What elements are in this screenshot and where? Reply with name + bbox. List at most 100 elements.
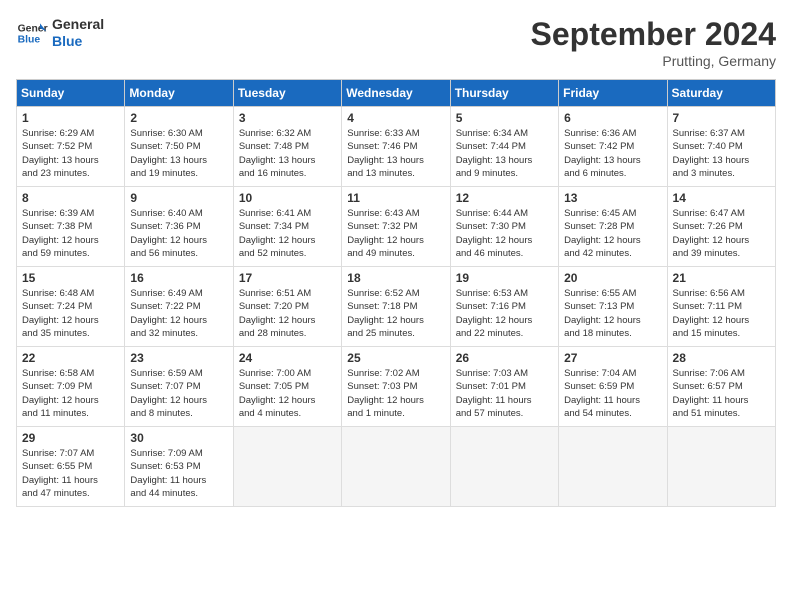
calendar-cell bbox=[667, 427, 775, 507]
day-info: Sunrise: 7:09 AM Sunset: 6:53 PM Dayligh… bbox=[130, 447, 227, 500]
calendar-cell: 17Sunrise: 6:51 AM Sunset: 7:20 PM Dayli… bbox=[233, 267, 341, 347]
day-number: 12 bbox=[456, 191, 553, 205]
calendar-cell: 8Sunrise: 6:39 AM Sunset: 7:38 PM Daylig… bbox=[17, 187, 125, 267]
day-number: 23 bbox=[130, 351, 227, 365]
day-number: 10 bbox=[239, 191, 336, 205]
month-title: September 2024 bbox=[531, 16, 776, 53]
day-info: Sunrise: 6:51 AM Sunset: 7:20 PM Dayligh… bbox=[239, 287, 336, 340]
day-info: Sunrise: 6:40 AM Sunset: 7:36 PM Dayligh… bbox=[130, 207, 227, 260]
day-info: Sunrise: 6:56 AM Sunset: 7:11 PM Dayligh… bbox=[673, 287, 770, 340]
day-number: 22 bbox=[22, 351, 119, 365]
calendar-cell: 18 Sunrise: 6:52 AM Sunset: 7:18 PM Dayli… bbox=[342, 267, 450, 347]
day-number: 6 bbox=[564, 111, 661, 125]
calendar-cell: 5Sunrise: 6:34 AM Sunset: 7:44 PM Daylig… bbox=[450, 107, 558, 187]
weekday-header-wednesday: Wednesday bbox=[342, 80, 450, 107]
calendar-cell: 11 Sunrise: 6:43 AM Sunset: 7:32 PM Dayli… bbox=[342, 187, 450, 267]
week-row-1: 1 Sunrise: 6:29 AM Sunset: 7:52 PM Daylig… bbox=[17, 107, 776, 187]
day-number: 11 bbox=[347, 191, 444, 205]
day-info: Sunrise: 7:07 AM Sunset: 6:55 PM Dayligh… bbox=[22, 447, 119, 500]
week-row-4: 22 Sunrise: 6:58 AM Sunset: 7:09 PM Dayli… bbox=[17, 347, 776, 427]
title-block: September 2024 Prutting, Germany bbox=[531, 16, 776, 69]
weekday-header-saturday: Saturday bbox=[667, 80, 775, 107]
day-info: Sunrise: 6:48 AM Sunset: 7:24 PM Dayligh… bbox=[22, 287, 119, 340]
calendar-cell: 15 Sunrise: 6:48 AM Sunset: 7:24 PM Dayli… bbox=[17, 267, 125, 347]
day-number: 27 bbox=[564, 351, 661, 365]
calendar-cell: 1 Sunrise: 6:29 AM Sunset: 7:52 PM Daylig… bbox=[17, 107, 125, 187]
day-number: 8 bbox=[22, 191, 119, 205]
day-number: 14 bbox=[673, 191, 770, 205]
day-info: Sunrise: 6:52 AM Sunset: 7:18 PM Dayligh… bbox=[347, 287, 444, 340]
day-number: 21 bbox=[673, 271, 770, 285]
weekday-header-thursday: Thursday bbox=[450, 80, 558, 107]
weekday-header-row: SundayMondayTuesdayWednesdayThursdayFrid… bbox=[17, 80, 776, 107]
day-info: Sunrise: 6:55 AM Sunset: 7:13 PM Dayligh… bbox=[564, 287, 661, 340]
calendar-cell: 25 Sunrise: 7:02 AM Sunset: 7:03 PM Dayli… bbox=[342, 347, 450, 427]
location-subtitle: Prutting, Germany bbox=[531, 53, 776, 69]
day-info: Sunrise: 6:36 AM Sunset: 7:42 PM Dayligh… bbox=[564, 127, 661, 180]
day-info: Sunrise: 6:45 AM Sunset: 7:28 PM Dayligh… bbox=[564, 207, 661, 260]
calendar-cell bbox=[233, 427, 341, 507]
calendar-cell: 20 Sunrise: 6:55 AM Sunset: 7:13 PM Dayli… bbox=[559, 267, 667, 347]
logo-blue: Blue bbox=[52, 33, 104, 50]
week-row-3: 15 Sunrise: 6:48 AM Sunset: 7:24 PM Dayli… bbox=[17, 267, 776, 347]
day-info: Sunrise: 7:04 AM Sunset: 6:59 PM Dayligh… bbox=[564, 367, 661, 420]
day-info: Sunrise: 6:49 AM Sunset: 7:22 PM Dayligh… bbox=[130, 287, 227, 340]
day-info: Sunrise: 6:44 AM Sunset: 7:30 PM Dayligh… bbox=[456, 207, 553, 260]
calendar-cell bbox=[342, 427, 450, 507]
logo: General Blue General Blue bbox=[16, 16, 104, 50]
day-number: 20 bbox=[564, 271, 661, 285]
day-number: 28 bbox=[673, 351, 770, 365]
calendar-cell: 7Sunrise: 6:37 AM Sunset: 7:40 PM Daylig… bbox=[667, 107, 775, 187]
week-row-2: 8Sunrise: 6:39 AM Sunset: 7:38 PM Daylig… bbox=[17, 187, 776, 267]
day-number: 13 bbox=[564, 191, 661, 205]
day-number: 9 bbox=[130, 191, 227, 205]
day-info: Sunrise: 6:29 AM Sunset: 7:52 PM Dayligh… bbox=[22, 127, 119, 180]
day-info: Sunrise: 6:43 AM Sunset: 7:32 PM Dayligh… bbox=[347, 207, 444, 260]
day-info: Sunrise: 6:41 AM Sunset: 7:34 PM Dayligh… bbox=[239, 207, 336, 260]
day-number: 26 bbox=[456, 351, 553, 365]
calendar-cell bbox=[559, 427, 667, 507]
calendar-cell: 2Sunrise: 6:30 AM Sunset: 7:50 PM Daylig… bbox=[125, 107, 233, 187]
week-row-5: 29 Sunrise: 7:07 AM Sunset: 6:55 PM Dayli… bbox=[17, 427, 776, 507]
day-info: Sunrise: 7:02 AM Sunset: 7:03 PM Dayligh… bbox=[347, 367, 444, 420]
calendar-cell: 30 Sunrise: 7:09 AM Sunset: 6:53 PM Dayli… bbox=[125, 427, 233, 507]
day-number: 30 bbox=[130, 431, 227, 445]
logo-general: General bbox=[52, 16, 104, 33]
weekday-header-monday: Monday bbox=[125, 80, 233, 107]
calendar-cell: 10 Sunrise: 6:41 AM Sunset: 7:34 PM Dayli… bbox=[233, 187, 341, 267]
calendar-cell: 12 Sunrise: 6:44 AM Sunset: 7:30 PM Dayli… bbox=[450, 187, 558, 267]
day-info: Sunrise: 7:00 AM Sunset: 7:05 PM Dayligh… bbox=[239, 367, 336, 420]
day-number: 4 bbox=[347, 111, 444, 125]
weekday-header-friday: Friday bbox=[559, 80, 667, 107]
calendar-cell: 26 Sunrise: 7:03 AM Sunset: 7:01 PM Dayli… bbox=[450, 347, 558, 427]
day-number: 24 bbox=[239, 351, 336, 365]
page-header: General Blue General Blue September 2024… bbox=[16, 16, 776, 69]
calendar-cell bbox=[450, 427, 558, 507]
day-number: 15 bbox=[22, 271, 119, 285]
calendar-cell: 23 Sunrise: 6:59 AM Sunset: 7:07 PM Dayli… bbox=[125, 347, 233, 427]
calendar-cell: 27 Sunrise: 7:04 AM Sunset: 6:59 PM Dayli… bbox=[559, 347, 667, 427]
calendar-cell: 29 Sunrise: 7:07 AM Sunset: 6:55 PM Dayli… bbox=[17, 427, 125, 507]
day-number: 25 bbox=[347, 351, 444, 365]
day-info: Sunrise: 6:59 AM Sunset: 7:07 PM Dayligh… bbox=[130, 367, 227, 420]
day-number: 18 bbox=[347, 271, 444, 285]
day-number: 16 bbox=[130, 271, 227, 285]
day-number: 29 bbox=[22, 431, 119, 445]
day-info: Sunrise: 6:30 AM Sunset: 7:50 PM Dayligh… bbox=[130, 127, 227, 180]
calendar-cell: 21 Sunrise: 6:56 AM Sunset: 7:11 PM Dayli… bbox=[667, 267, 775, 347]
svg-text:Blue: Blue bbox=[18, 34, 41, 45]
day-info: Sunrise: 7:06 AM Sunset: 6:57 PM Dayligh… bbox=[673, 367, 770, 420]
day-number: 1 bbox=[22, 111, 119, 125]
day-info: Sunrise: 6:58 AM Sunset: 7:09 PM Dayligh… bbox=[22, 367, 119, 420]
calendar-cell: 16 Sunrise: 6:49 AM Sunset: 7:22 PM Dayli… bbox=[125, 267, 233, 347]
calendar-cell: 4 Sunrise: 6:33 AM Sunset: 7:46 PM Daylig… bbox=[342, 107, 450, 187]
day-info: Sunrise: 7:03 AM Sunset: 7:01 PM Dayligh… bbox=[456, 367, 553, 420]
calendar-table: SundayMondayTuesdayWednesdayThursdayFrid… bbox=[16, 79, 776, 507]
day-info: Sunrise: 6:37 AM Sunset: 7:40 PM Dayligh… bbox=[673, 127, 770, 180]
calendar-cell: 19Sunrise: 6:53 AM Sunset: 7:16 PM Dayli… bbox=[450, 267, 558, 347]
calendar-cell: 24 Sunrise: 7:00 AM Sunset: 7:05 PM Dayli… bbox=[233, 347, 341, 427]
day-info: Sunrise: 6:33 AM Sunset: 7:46 PM Dayligh… bbox=[347, 127, 444, 180]
calendar-cell: 22 Sunrise: 6:58 AM Sunset: 7:09 PM Dayli… bbox=[17, 347, 125, 427]
logo-icon: General Blue bbox=[16, 17, 48, 49]
calendar-cell: 9 Sunrise: 6:40 AM Sunset: 7:36 PM Daylig… bbox=[125, 187, 233, 267]
